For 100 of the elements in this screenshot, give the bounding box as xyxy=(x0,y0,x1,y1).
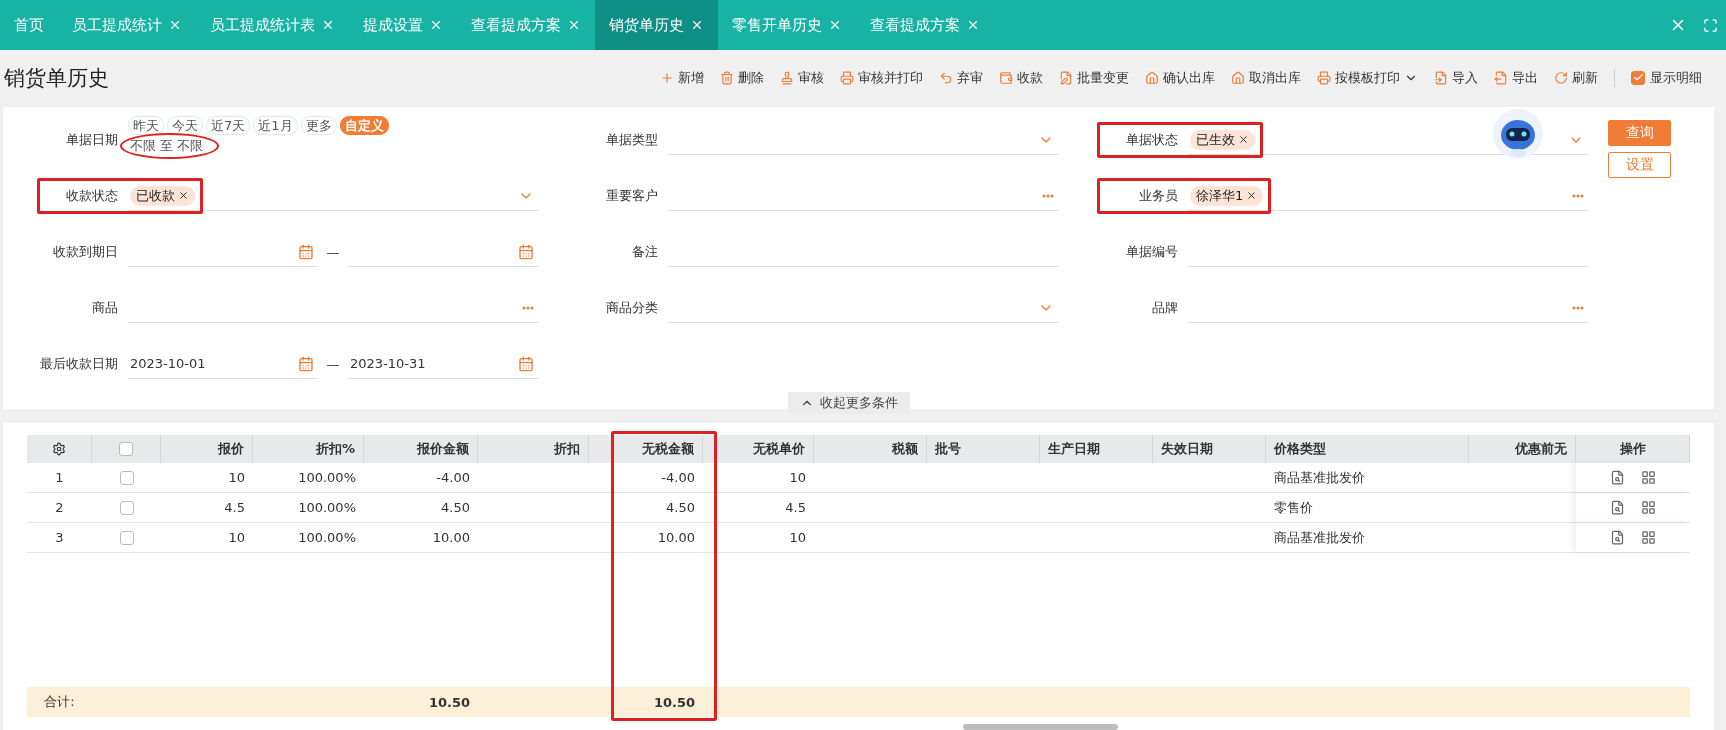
view-button[interactable] xyxy=(1610,530,1625,545)
checkbox-label: 显示明细 xyxy=(1650,68,1702,87)
scrollbar[interactable] xyxy=(963,724,1118,730)
table-cell-text: -4.00 xyxy=(435,469,471,487)
summary-label: 合计: xyxy=(43,693,76,711)
filter-tag: 已收款 xyxy=(130,185,195,206)
checkbox[interactable] xyxy=(119,530,134,545)
summary-cell-text: 10.50 xyxy=(652,693,696,712)
field-label: 商品分类 xyxy=(605,299,658,317)
field-label: 品牌 xyxy=(1151,299,1178,317)
toolbar-button[interactable]: 按模板打印 xyxy=(1317,68,1418,87)
field-label: 最后收款日期 xyxy=(39,355,118,373)
row-number: 3 xyxy=(54,529,65,547)
toolbar-button[interactable]: 弃审 xyxy=(939,68,983,87)
file-export-icon xyxy=(1494,70,1508,85)
house-icon xyxy=(1231,70,1245,85)
toolbar-button[interactable]: 刷新 xyxy=(1554,68,1598,87)
grid-button[interactable] xyxy=(1641,470,1656,485)
checkbox[interactable] xyxy=(119,470,134,485)
toolbar-button[interactable]: 审核 xyxy=(780,68,824,87)
file-import-icon xyxy=(1434,70,1448,85)
date-chip[interactable]: 今天 xyxy=(167,115,203,135)
table-cell-text: 10 xyxy=(788,529,807,547)
printer-icon xyxy=(840,70,854,85)
date-chip[interactable]: 近7天 xyxy=(206,115,251,135)
checkbox[interactable] xyxy=(119,500,134,515)
close-icon[interactable] xyxy=(1246,190,1258,201)
date-chip[interactable]: 昨天 xyxy=(128,115,164,135)
toolbar-button[interactable]: 批量变更 xyxy=(1059,68,1129,87)
toolbar-button[interactable]: 确认出库 xyxy=(1145,68,1215,87)
row-number: 1 xyxy=(54,469,65,487)
date-value: 2023-10-01 xyxy=(130,356,206,371)
date-value: 2023-10-31 xyxy=(350,356,426,371)
tab[interactable]: 销货单历史 xyxy=(595,0,718,50)
house-icon xyxy=(1145,70,1159,85)
table-cell-text: 100.00% xyxy=(297,469,357,487)
field-label: 单据状态 xyxy=(1125,131,1178,149)
summary-cell-text: 10.50 xyxy=(427,693,471,712)
close-icon[interactable] xyxy=(1238,134,1249,145)
close-icon[interactable] xyxy=(178,190,189,201)
fullscreen-icon[interactable] xyxy=(1703,17,1718,33)
field-label: 收款到期日 xyxy=(52,243,118,261)
page-title: 销货单历史 xyxy=(4,64,109,92)
settings-icon[interactable] xyxy=(52,442,66,456)
toolbar-button[interactable]: 导出 xyxy=(1494,68,1538,87)
checkbox[interactable] xyxy=(1631,70,1645,85)
calendar-icon xyxy=(298,243,314,260)
stamp-icon xyxy=(780,70,794,85)
field-label: 单据编号 xyxy=(1125,243,1178,261)
ellipsis-icon xyxy=(1042,193,1054,198)
field-label: 单据类型 xyxy=(605,131,658,149)
plus-icon xyxy=(660,70,674,85)
toolbar-button[interactable]: 删除 xyxy=(720,68,764,87)
ellipsis-icon xyxy=(522,305,534,310)
toolbar-button[interactable]: 新增 xyxy=(660,68,704,87)
table-cell-text: 10.00 xyxy=(656,529,696,547)
date-chip[interactable]: 近1月 xyxy=(253,115,298,135)
toolbar-button[interactable]: 取消出库 xyxy=(1231,68,1301,87)
printer-icon xyxy=(1317,70,1331,85)
trash-icon xyxy=(720,70,734,85)
table-cell-text: 4.50 xyxy=(665,499,696,517)
select-field[interactable]: 已收款 xyxy=(128,181,538,211)
table-cell-text: 4.50 xyxy=(440,499,471,517)
table-cell-text: 10.00 xyxy=(431,529,471,547)
date-field[interactable]: 2023-10-01 xyxy=(128,349,318,379)
view-button[interactable] xyxy=(1610,500,1625,515)
toolbar-button[interactable]: 收款 xyxy=(999,68,1043,87)
table-cell-text: 10 xyxy=(227,529,246,547)
view-button[interactable] xyxy=(1610,470,1625,485)
range-separator: — xyxy=(325,244,341,260)
grid-button[interactable] xyxy=(1641,500,1656,515)
table-cell-text: 商品基准批发价 xyxy=(1273,528,1366,547)
ellipsis-icon xyxy=(1572,193,1584,198)
grid-button[interactable] xyxy=(1641,530,1656,545)
table-cell-text: -4.00 xyxy=(660,469,696,487)
field-label: 单据日期 xyxy=(65,131,118,149)
table-cell-text: 100.00% xyxy=(297,499,357,517)
calendar-icon xyxy=(518,355,534,372)
collapse-button[interactable]: 收起更多条件 xyxy=(787,392,910,414)
lookup-field[interactable]: 徐泽华1 xyxy=(1188,181,1588,211)
field-label: 业务员 xyxy=(1138,187,1178,205)
date-chip[interactable]: 更多 xyxy=(300,115,337,135)
date-range-text: 不限 至 不限 xyxy=(130,136,204,155)
checkbox[interactable] xyxy=(119,442,133,456)
table-cell-text: 零售价 xyxy=(1273,498,1314,517)
refresh-icon xyxy=(1554,70,1568,85)
undo-icon xyxy=(939,70,953,85)
calendar-icon xyxy=(518,243,534,260)
field-label: 重要客户 xyxy=(605,187,658,205)
table-cell-text: 10 xyxy=(788,469,807,487)
toolbar-button[interactable]: 导入 xyxy=(1434,68,1478,87)
date-field[interactable]: 2023-10-31 xyxy=(348,349,538,379)
robot-icon[interactable] xyxy=(1491,107,1545,161)
file-pen-icon xyxy=(1059,70,1073,85)
toolbar-button[interactable]: 审核并打印 xyxy=(840,68,923,87)
wallet-icon xyxy=(999,70,1013,85)
row-number: 2 xyxy=(54,499,65,517)
table-cell-text: 4.5 xyxy=(223,499,246,517)
field-label: 备注 xyxy=(631,243,658,261)
range-separator: — xyxy=(325,356,341,372)
